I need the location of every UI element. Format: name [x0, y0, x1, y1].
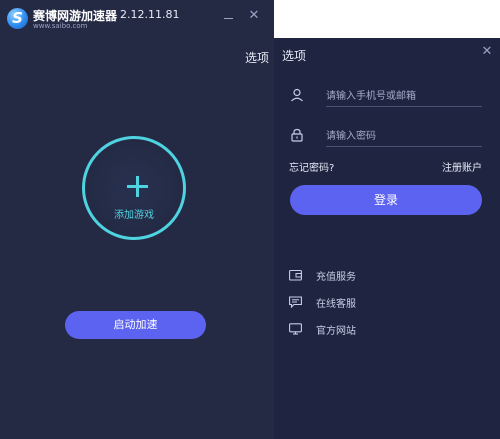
panel-title: 选项 [282, 49, 307, 63]
minimize-button[interactable] [224, 18, 233, 19]
options-menu[interactable]: 选项 [245, 49, 269, 66]
login-panel: 选项 ✕ 忘记密码? 注册账户 登录 充值服务 在线客服 [274, 38, 500, 439]
panel-close-icon[interactable]: ✕ [480, 45, 494, 59]
link-label: 在线客服 [316, 298, 356, 310]
app-version: 2.12.11.81 [120, 8, 180, 21]
app-url: www.saibo.com [33, 22, 88, 30]
close-button[interactable]: ✕ [247, 9, 261, 23]
online-support-link[interactable]: 在线客服 [289, 294, 356, 310]
monitor-icon [289, 323, 302, 335]
add-game-button[interactable]: 添加游戏 [82, 136, 186, 240]
chat-icon [289, 296, 302, 308]
lock-icon [291, 128, 303, 142]
recharge-service-link[interactable]: 充值服务 [289, 267, 356, 283]
link-label: 官方网站 [316, 325, 356, 337]
register-link[interactable]: 注册账户 [442, 159, 482, 174]
user-icon [291, 88, 303, 102]
main-window: S 赛博网游加速器 2.12.11.81 www.saibo.com ✕ 选项 … [0, 0, 274, 439]
official-website-link[interactable]: 官方网站 [289, 321, 356, 337]
forgot-password-link[interactable]: 忘记密码? [289, 159, 334, 174]
login-button[interactable]: 登录 [290, 185, 482, 215]
add-game-label: 添加游戏 [114, 210, 154, 221]
start-acceleration-button[interactable]: 启动加速 [65, 311, 206, 339]
password-input[interactable] [326, 126, 482, 147]
wallet-icon [289, 269, 302, 281]
app-logo-icon: S [7, 8, 28, 29]
link-label: 充值服务 [316, 271, 356, 283]
phone-email-input[interactable] [326, 86, 482, 107]
